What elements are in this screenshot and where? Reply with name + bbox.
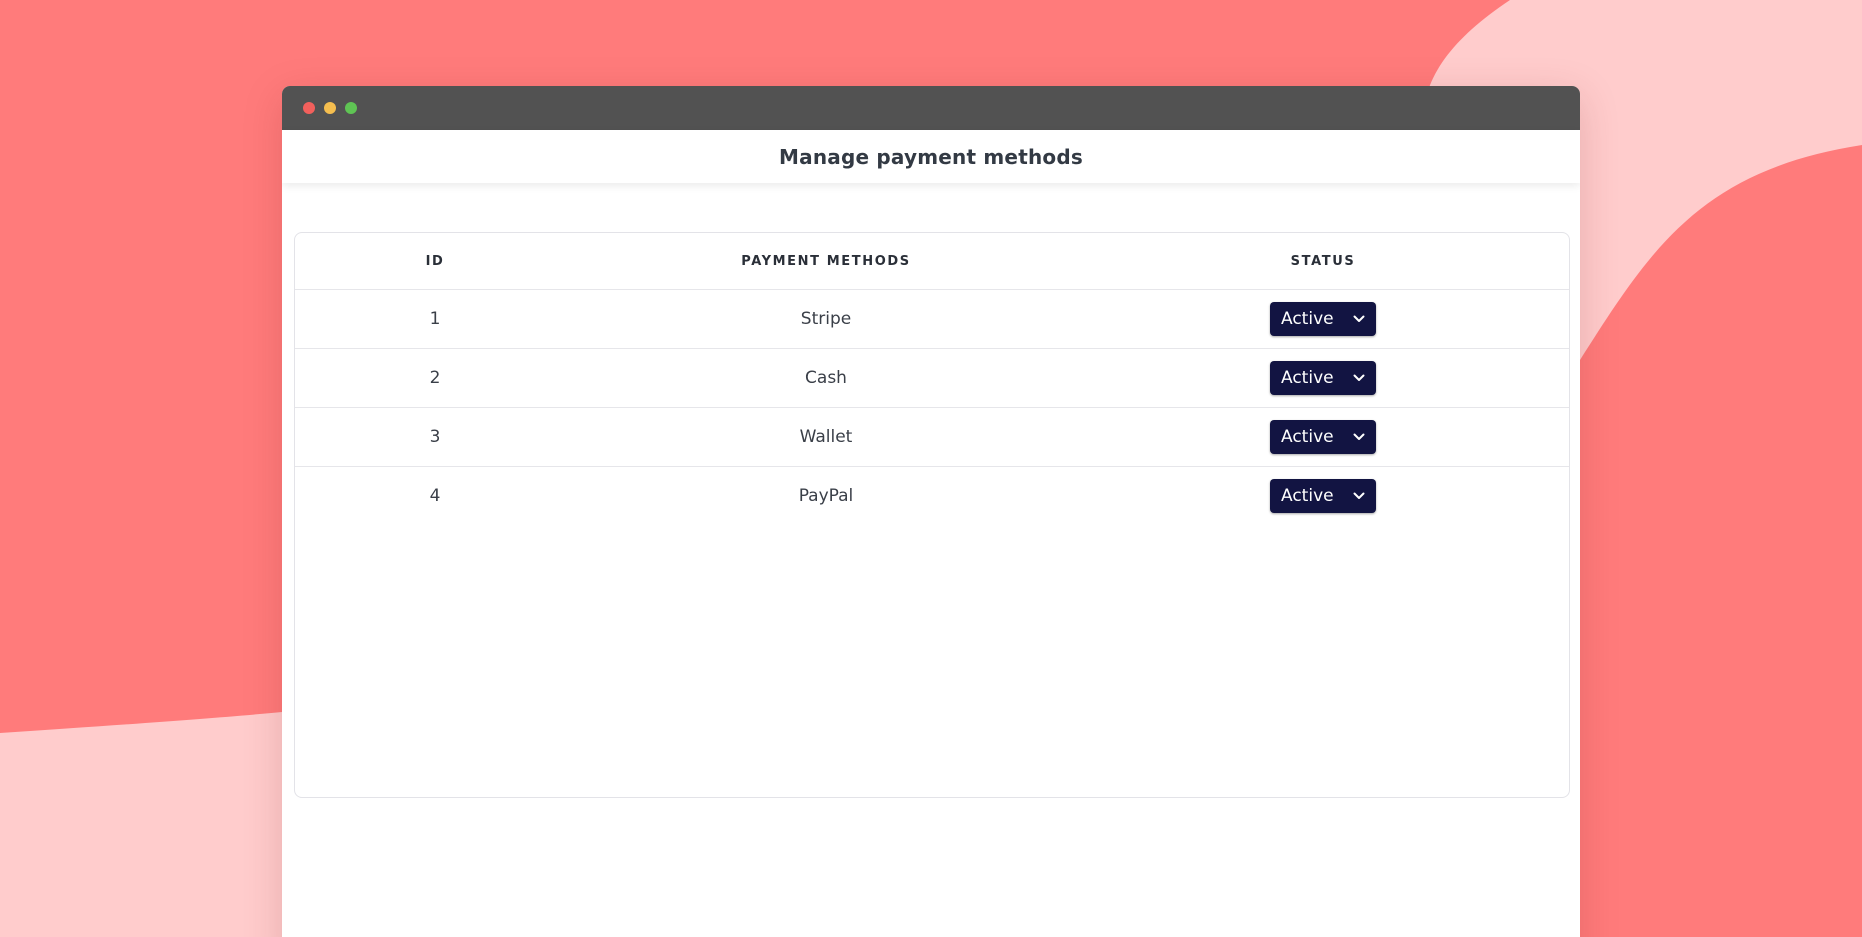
- row-status-cell: Active: [1077, 348, 1569, 408]
- row-payment-method: PayPal: [798, 486, 854, 506]
- chevron-down-icon: [1353, 433, 1365, 440]
- page-title: Manage payment methods: [779, 144, 1083, 169]
- chevron-down-icon: [1353, 374, 1365, 381]
- status-select[interactable]: Active: [1270, 420, 1376, 454]
- table-header-row: ID PAYMENT METHODS STATUS: [295, 233, 1569, 290]
- header-payment-methods: PAYMENT METHODS: [575, 233, 1077, 290]
- close-dot[interactable]: [303, 102, 315, 114]
- status-value: Active: [1281, 309, 1334, 329]
- row-id: 4: [429, 486, 441, 506]
- payment-methods-table: ID PAYMENT METHODS STATUS 1 Stripe Activ…: [295, 233, 1569, 525]
- row-status-cell: Active: [1077, 467, 1569, 526]
- table-row: 2 Cash Active: [295, 348, 1569, 408]
- status-value: Active: [1281, 368, 1334, 388]
- payment-methods-card: ID PAYMENT METHODS STATUS 1 Stripe Activ…: [294, 232, 1570, 798]
- browser-window: Manage payment methods ID PAYMENT METHOD…: [282, 86, 1580, 937]
- status-value: Active: [1281, 486, 1334, 506]
- status-select[interactable]: Active: [1270, 302, 1376, 336]
- table-row: 3 Wallet Active: [295, 407, 1569, 467]
- row-payment-method: Wallet: [575, 407, 1077, 467]
- maximize-dot[interactable]: [345, 102, 357, 114]
- status-value: Active: [1281, 427, 1334, 447]
- table-row: 4 PayPal Active: [295, 467, 1569, 526]
- chevron-down-icon: [1353, 315, 1365, 322]
- row-status-cell: Active: [1077, 289, 1569, 349]
- table-row: 1 Stripe Active: [295, 289, 1569, 349]
- row-id: 3: [295, 407, 575, 467]
- row-status-cell: Active: [1077, 407, 1569, 467]
- status-select[interactable]: Active: [1270, 479, 1376, 513]
- header-id: ID: [295, 233, 575, 290]
- header-status: STATUS: [1077, 233, 1569, 290]
- window-titlebar: [282, 86, 1580, 130]
- row-id: 2: [295, 348, 575, 408]
- row-payment-method: Stripe: [575, 289, 1077, 349]
- chevron-down-icon: [1353, 492, 1365, 499]
- status-select[interactable]: Active: [1270, 361, 1376, 395]
- row-id: 1: [295, 289, 575, 349]
- app-header: Manage payment methods: [282, 130, 1580, 183]
- minimize-dot[interactable]: [324, 102, 336, 114]
- row-payment-method: Cash: [575, 348, 1077, 408]
- background: Manage payment methods ID PAYMENT METHOD…: [0, 0, 1862, 937]
